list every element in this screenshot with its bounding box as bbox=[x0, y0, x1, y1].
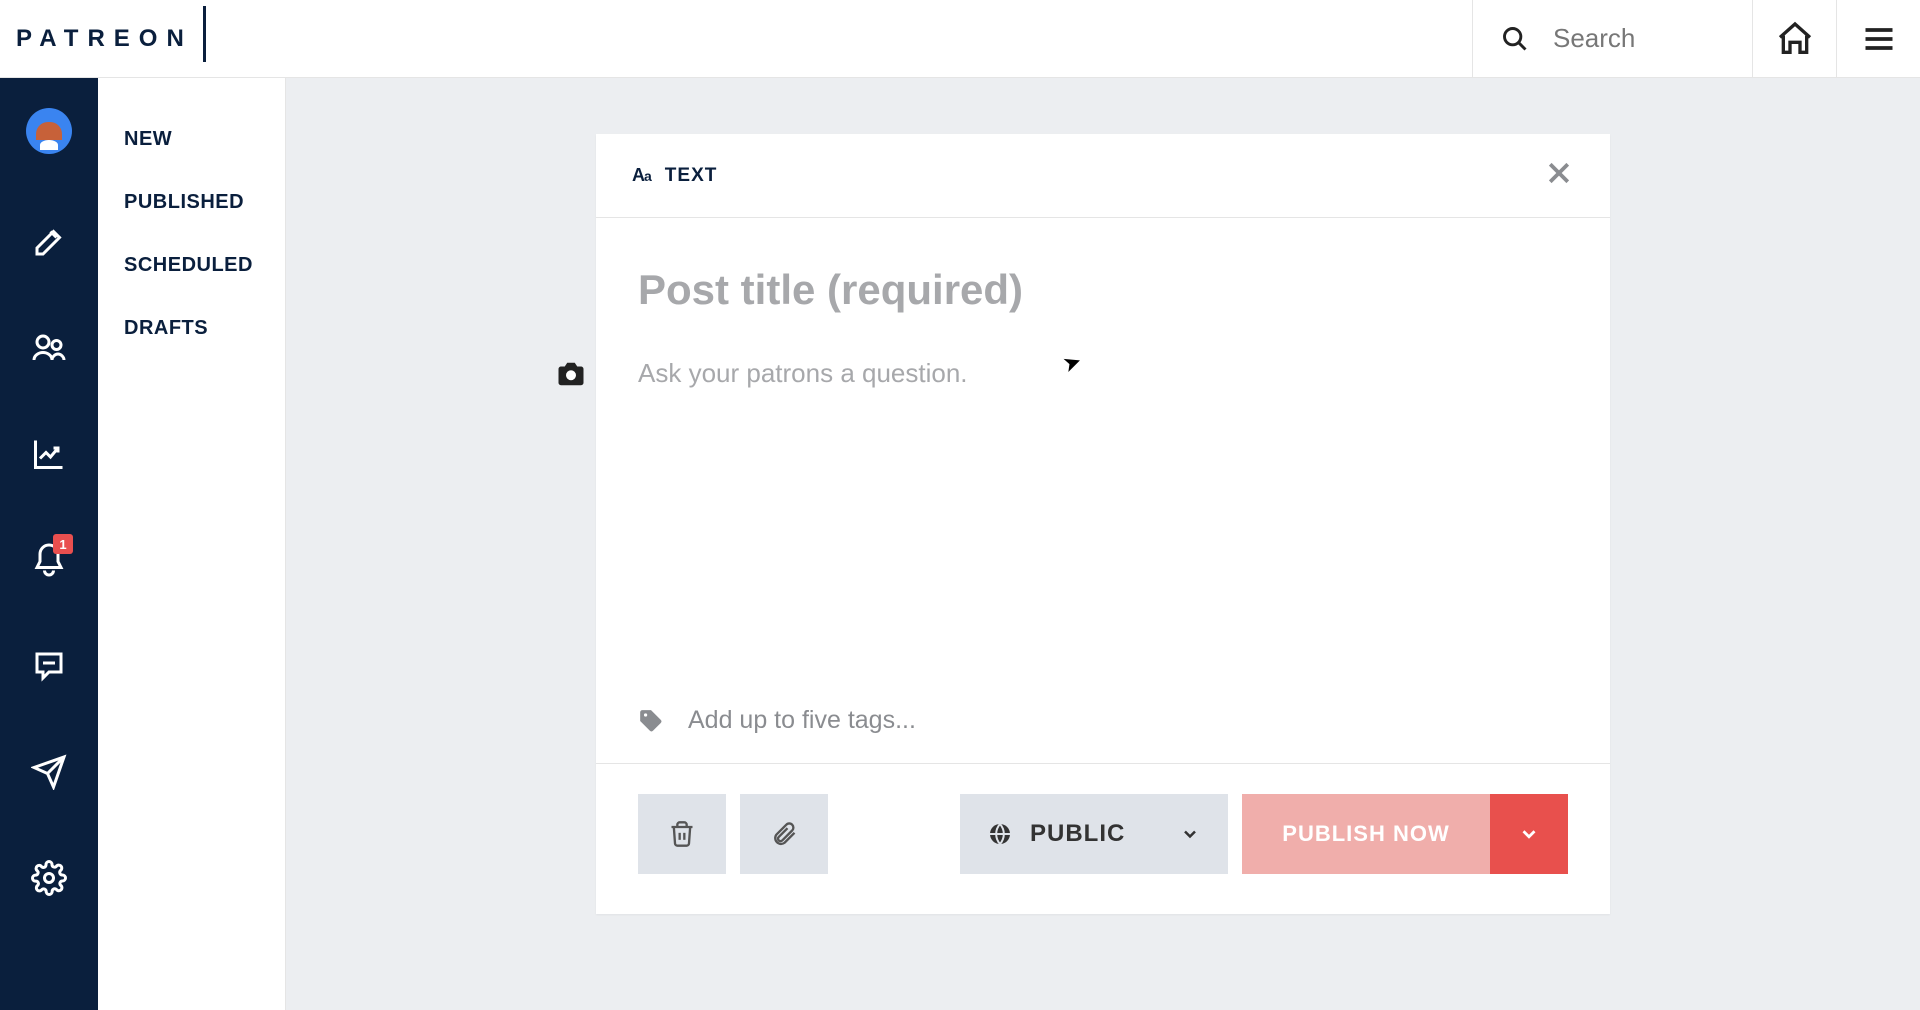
logo-divider bbox=[203, 6, 206, 62]
camera-icon bbox=[556, 361, 586, 387]
add-image-button[interactable] bbox=[556, 361, 586, 392]
subnav-new[interactable]: NEW bbox=[98, 108, 285, 171]
brand-logo[interactable]: PATREON bbox=[16, 25, 193, 53]
chart-icon bbox=[31, 436, 67, 472]
subnav-published[interactable]: PUBLISHED bbox=[98, 171, 285, 234]
message-icon bbox=[31, 648, 67, 684]
notification-badge: 1 bbox=[53, 534, 73, 554]
avatar[interactable] bbox=[26, 108, 72, 154]
people-icon bbox=[31, 330, 67, 366]
menu-button[interactable] bbox=[1836, 0, 1920, 77]
compose-nav-icon[interactable] bbox=[31, 224, 67, 260]
globe-icon bbox=[988, 822, 1012, 846]
editor-header: Aa TEXT bbox=[596, 134, 1610, 218]
header-right bbox=[1472, 0, 1920, 77]
chevron-down-icon bbox=[1180, 824, 1200, 844]
tags-row bbox=[596, 706, 1610, 763]
attach-button[interactable] bbox=[740, 794, 828, 874]
search-input[interactable] bbox=[1553, 23, 1713, 54]
post-type-label: TEXT bbox=[665, 165, 718, 187]
home-button[interactable] bbox=[1752, 0, 1836, 77]
notifications-nav-icon[interactable]: 1 bbox=[31, 542, 67, 578]
close-button[interactable] bbox=[1544, 158, 1574, 193]
close-icon bbox=[1544, 158, 1574, 188]
gear-icon bbox=[31, 860, 67, 896]
main-area: ➤ Aa TEXT bbox=[286, 78, 1920, 1010]
visibility-dropdown[interactable]: PUBLIC bbox=[960, 794, 1228, 874]
delete-button[interactable] bbox=[638, 794, 726, 874]
publish-options-dropdown[interactable] bbox=[1490, 794, 1568, 874]
hamburger-icon bbox=[1861, 21, 1897, 57]
post-body-textarea[interactable] bbox=[638, 358, 1568, 598]
analytics-nav-icon[interactable] bbox=[31, 436, 67, 472]
icon-rail: 1 bbox=[0, 78, 98, 1010]
post-title-input[interactable] bbox=[638, 266, 1568, 314]
search-icon bbox=[1501, 25, 1529, 53]
visibility-label: PUBLIC bbox=[1030, 820, 1162, 848]
patrons-nav-icon[interactable] bbox=[31, 330, 67, 366]
subnav-drafts[interactable]: DRAFTS bbox=[98, 297, 285, 360]
editor-body bbox=[596, 218, 1610, 706]
tag-icon bbox=[638, 708, 664, 734]
messages-nav-icon[interactable] bbox=[31, 648, 67, 684]
paperclip-icon bbox=[770, 818, 798, 850]
home-icon bbox=[1775, 19, 1815, 59]
top-header: PATREON bbox=[0, 0, 1920, 78]
trash-icon bbox=[668, 818, 696, 850]
send-nav-icon[interactable] bbox=[31, 754, 67, 790]
text-type-icon: Aa bbox=[632, 165, 651, 186]
editor-footer: PUBLIC PUBLISH NOW bbox=[596, 763, 1610, 914]
chevron-down-icon bbox=[1518, 823, 1540, 845]
sub-nav: NEW PUBLISHED SCHEDULED DRAFTS bbox=[98, 78, 286, 1010]
subnav-scheduled[interactable]: SCHEDULED bbox=[98, 234, 285, 297]
paper-plane-icon bbox=[31, 754, 67, 790]
post-editor-card: Aa TEXT bbox=[596, 134, 1610, 914]
search-area[interactable] bbox=[1472, 0, 1752, 77]
publish-group: PUBLISH NOW bbox=[1242, 794, 1568, 874]
publish-button[interactable]: PUBLISH NOW bbox=[1242, 794, 1490, 874]
pencil-square-icon bbox=[31, 224, 67, 260]
tags-input[interactable] bbox=[688, 706, 1188, 735]
settings-nav-icon[interactable] bbox=[31, 860, 67, 896]
